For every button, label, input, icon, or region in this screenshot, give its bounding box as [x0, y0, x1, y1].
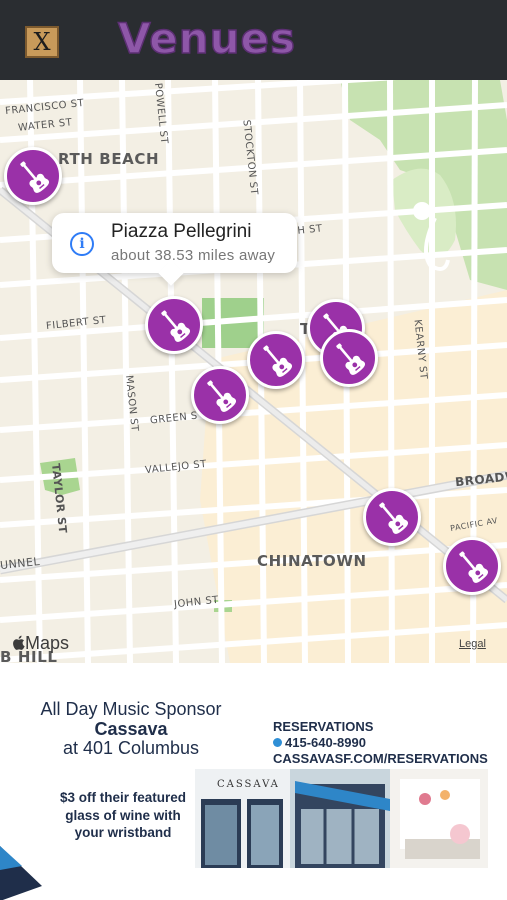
apple-icon: [13, 635, 25, 650]
maps-label: Maps: [25, 633, 70, 653]
phone-icon: [273, 738, 282, 747]
callout-venue-name: Piazza Pellegrini: [111, 221, 252, 242]
ad-offer: $3 off their featured glass of wine with…: [59, 790, 187, 840]
info-icon[interactable]: i: [70, 232, 94, 256]
guitar-icon: [15, 158, 51, 194]
ad-reservations-title: RESERVATIONS: [273, 719, 374, 734]
venue-pin[interactable]: [191, 366, 249, 424]
guitar-icon: [454, 548, 490, 584]
venue-pin[interactable]: [4, 147, 62, 205]
ad-phone-number: 415-640-8990: [285, 735, 366, 750]
page-title: Venues: [117, 13, 296, 64]
venue-pin[interactable]: [320, 329, 378, 387]
guitar-icon: [202, 377, 238, 413]
guitar-icon: [156, 307, 192, 343]
venue-map[interactable]: FRANCISCO ST WATER ST POWELL ST STOCKTON…: [0, 80, 507, 663]
close-button[interactable]: X: [25, 26, 59, 58]
district-label: CHINATOWN: [257, 552, 367, 570]
guitar-icon: [374, 499, 410, 535]
ad-sponsor-name: Cassava: [94, 719, 168, 739]
legal-link[interactable]: Legal: [459, 638, 486, 650]
ad-corner-decoration: [0, 846, 42, 900]
storefront-sign: CASSAVA: [217, 779, 280, 790]
app-header: X Venues: [0, 0, 507, 80]
venue-callout[interactable]: i Piazza Pellegrini about 38.53 miles aw…: [52, 213, 297, 273]
sponsor-ad[interactable]: All Day Music Sponsor Cassava at 401 Col…: [0, 663, 507, 900]
ad-phone[interactable]: 415-640-8990: [273, 735, 366, 750]
ad-url[interactable]: CASSAVASF.COM/RESERVATIONS: [273, 751, 488, 766]
apple-maps-logo: Maps: [12, 633, 69, 654]
district-label: RTH BEACH: [58, 150, 160, 168]
venue-pin[interactable]: [363, 488, 421, 546]
ad-line-1: All Day Music Sponsor: [40, 699, 222, 719]
storefront-photo: CASSAVA: [195, 769, 488, 868]
venue-pin[interactable]: [443, 537, 501, 595]
close-icon: X: [33, 28, 51, 56]
guitar-icon: [258, 342, 294, 378]
ad-address: at 401 Columbus: [62, 738, 200, 758]
guitar-icon: [331, 340, 367, 376]
venue-pin[interactable]: [247, 331, 305, 389]
venue-pin-selected[interactable]: [145, 296, 203, 354]
callout-distance: about 38.53 miles away: [111, 247, 276, 264]
